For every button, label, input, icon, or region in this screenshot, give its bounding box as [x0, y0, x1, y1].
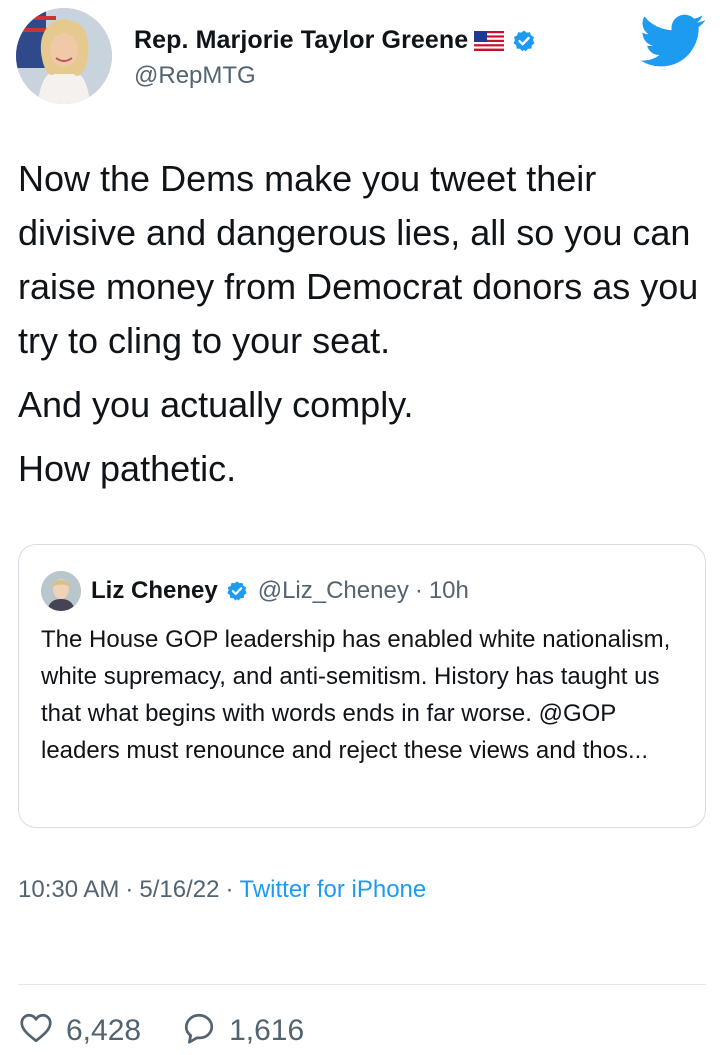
quoted-author-handle[interactable]: @Liz_Cheney: [258, 577, 409, 605]
divider: [18, 984, 706, 985]
engagement-stats: 6,428 1,616: [18, 1010, 344, 1051]
tweet-source-link[interactable]: Twitter for iPhone: [239, 876, 426, 904]
tweet-paragraph: And you actually comply.: [18, 384, 414, 425]
separator-dot: ·: [125, 876, 134, 903]
tweet-paragraph: Now the Dems make you tweet their divisi…: [18, 158, 699, 361]
like-count: 6,428: [66, 1013, 142, 1047]
tweet-body: Now the Dems make you tweet their divisi…: [18, 152, 718, 496]
quoted-tweet-header: Liz Cheney @Liz_Cheney · 10h: [41, 571, 469, 611]
us-flag-icon: [474, 30, 505, 51]
verified-badge-icon: [512, 29, 536, 53]
twitter-bird-icon[interactable]: [640, 14, 706, 68]
tweet-meta: 10:30 AM · 5/16/22 · Twitter for iPhone: [18, 876, 426, 904]
heart-icon[interactable]: [18, 1010, 54, 1051]
reply-bubble-icon[interactable]: [181, 1010, 217, 1051]
separator-dot: ·: [225, 876, 234, 903]
verified-badge-icon: [226, 580, 248, 602]
tweet-paragraph: How pathetic.: [18, 448, 237, 489]
quoted-tweet[interactable]: Liz Cheney @Liz_Cheney · 10h The House G…: [18, 544, 706, 828]
quoted-tweet-text: The House GOP leadership has enabled whi…: [41, 626, 671, 764]
tweet-card: Rep. Marjorie Taylor Greene @RepMTG Now …: [0, 0, 728, 1055]
separator-dot: ·: [414, 577, 423, 604]
reply-count: 1,616: [229, 1013, 305, 1047]
author-avatar[interactable]: [16, 8, 112, 104]
author-name-row: Rep. Marjorie Taylor Greene: [134, 26, 536, 55]
reply-stat[interactable]: 1,616: [181, 1010, 304, 1051]
like-stat[interactable]: 6,428: [18, 1010, 141, 1051]
quoted-author-avatar[interactable]: [41, 571, 81, 611]
quoted-author-name[interactable]: Liz Cheney: [91, 577, 218, 605]
author-handle[interactable]: @RepMTG: [134, 62, 256, 90]
tweet-date[interactable]: 5/16/22: [139, 876, 219, 904]
quoted-tweet-time[interactable]: 10h: [429, 577, 469, 605]
author-name[interactable]: Rep. Marjorie Taylor Greene: [134, 26, 468, 55]
tweet-time[interactable]: 10:30 AM: [18, 876, 119, 904]
